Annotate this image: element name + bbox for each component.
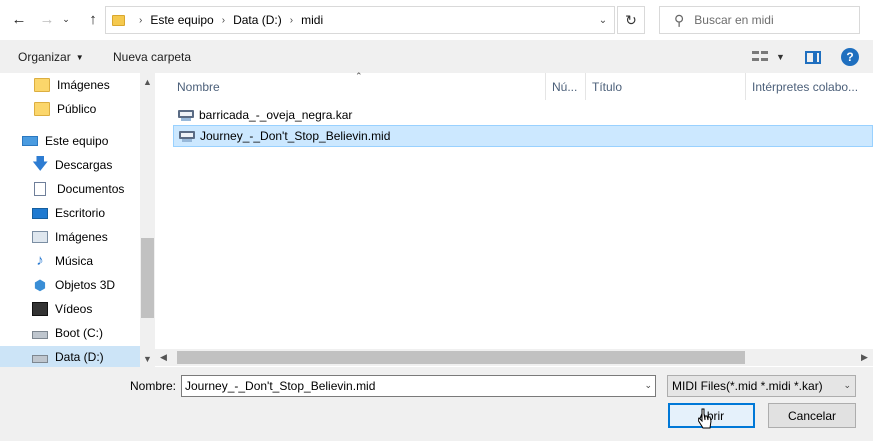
- scroll-up-icon[interactable]: ▲: [140, 73, 155, 90]
- drive-icon: [32, 331, 48, 339]
- documents-icon: [34, 182, 46, 196]
- folder-icon: [112, 14, 125, 26]
- caret-down-icon: ▼: [776, 52, 785, 62]
- filename-input[interactable]: Journey_-_Don't_Stop_Believin.mid ⌄: [181, 375, 656, 397]
- nav-item-imagenes-public[interactable]: Imágenes: [0, 74, 140, 96]
- chevron-down-icon[interactable]: ⌄: [843, 380, 851, 391]
- filename-value: Journey_-_Don't_Stop_Believin.mid: [185, 379, 376, 393]
- desktop-icon: [32, 207, 48, 219]
- nav-item-label: Data (D:): [55, 350, 104, 364]
- chevron-right-icon[interactable]: ›: [222, 15, 225, 26]
- navigation-pane: Imágenes Público Este equipo 🡇 Descargas…: [0, 73, 155, 368]
- sort-ascending-icon: ⌃: [355, 71, 363, 81]
- folder-icon: [34, 78, 50, 92]
- file-list: ⌃ Nombre Nú... Título Intérpretes colabo…: [155, 71, 873, 367]
- command-bar: Organizar ▼ Nueva carpeta ▼: [0, 40, 873, 73]
- nav-item-este-equipo[interactable]: Este equipo: [0, 130, 140, 152]
- nav-item-label: Descargas: [55, 158, 113, 172]
- forward-arrow-icon[interactable]: →: [36, 8, 58, 30]
- nav-item-descargas[interactable]: 🡇 Descargas: [0, 154, 140, 176]
- download-icon: 🡇: [32, 156, 49, 173]
- view-icon: [752, 51, 768, 63]
- organize-button[interactable]: Organizar ▼: [18, 50, 84, 64]
- drive-icon: [32, 355, 48, 363]
- cancel-button[interactable]: Cancelar: [768, 403, 856, 428]
- nav-item-label: Público: [57, 102, 97, 116]
- file-row-selected[interactable]: Journey_-_Don't_Stop_Believin.mid: [173, 125, 873, 147]
- nav-item-videos[interactable]: Vídeos: [0, 298, 140, 320]
- videos-icon: [32, 302, 48, 316]
- file-type-value: MIDI Files(*.mid *.midi *.kar): [672, 379, 823, 393]
- filename-label: Nombre:: [130, 379, 177, 393]
- nav-item-documentos[interactable]: Documentos: [0, 178, 140, 200]
- file-list-hscrollbar[interactable]: ◀ ▶: [155, 349, 873, 366]
- search-input[interactable]: ⚲ Buscar en midi: [659, 6, 860, 34]
- breadcrumb-item[interactable]: midi: [301, 13, 323, 27]
- column-divider[interactable]: [545, 73, 546, 100]
- refresh-icon[interactable]: ↻: [617, 6, 645, 34]
- midi-file-icon: [178, 108, 194, 122]
- nav-item-publico[interactable]: Público: [0, 98, 140, 120]
- nav-item-label: Vídeos: [55, 302, 93, 316]
- search-icon: ⚲: [674, 11, 685, 28]
- help-icon[interactable]: ?: [841, 48, 859, 66]
- search-placeholder: Buscar en midi: [694, 13, 774, 27]
- nav-item-label: Este equipo: [45, 134, 109, 148]
- pictures-icon: [32, 231, 48, 243]
- nav-item-label: Imágenes: [57, 78, 110, 92]
- nav-item-imagenes[interactable]: Imágenes: [0, 226, 140, 248]
- mouse-cursor-icon: [698, 408, 712, 429]
- back-arrow-icon[interactable]: ←: [8, 8, 30, 30]
- nav-item-boot-c[interactable]: Boot (C:): [0, 322, 140, 344]
- 3d-objects-icon: ⬢: [33, 277, 47, 293]
- file-name: barricada_-_oveja_negra.kar: [199, 108, 353, 122]
- organize-label: Organizar: [18, 50, 71, 64]
- breadcrumb-item[interactable]: Data (D:): [233, 13, 282, 27]
- scroll-thumb[interactable]: [177, 351, 745, 364]
- scroll-thumb[interactable]: [141, 238, 154, 318]
- nav-item-data-d[interactable]: Data (D:): [0, 346, 140, 368]
- scroll-right-icon[interactable]: ▶: [856, 349, 873, 366]
- file-type-select[interactable]: MIDI Files(*.mid *.midi *.kar) ⌄: [667, 375, 856, 397]
- nav-item-label: Escritorio: [55, 206, 106, 220]
- column-divider[interactable]: [585, 73, 586, 100]
- music-icon: ♪: [36, 252, 44, 269]
- nav-item-musica[interactable]: ♪ Música: [0, 250, 140, 272]
- file-row[interactable]: barricada_-_oveja_negra.kar: [173, 104, 403, 126]
- nav-item-label: Música: [55, 254, 94, 268]
- change-view-button[interactable]: ▼: [752, 51, 785, 63]
- address-dropdown-icon[interactable]: ⌄: [592, 7, 614, 33]
- chevron-right-icon[interactable]: ›: [290, 15, 293, 26]
- column-header-title[interactable]: Título: [592, 73, 622, 100]
- nav-item-label: Boot (C:): [55, 326, 104, 340]
- nav-scrollbar[interactable]: ▲ ▼: [140, 73, 155, 367]
- file-name: Journey_-_Don't_Stop_Believin.mid: [200, 129, 391, 143]
- folder-icon: [34, 102, 50, 116]
- nav-item-label: Imágenes: [55, 230, 108, 244]
- breadcrumb: › Este equipo › Data (D:) › midi: [135, 13, 323, 27]
- midi-file-icon: [179, 129, 195, 143]
- up-arrow-icon[interactable]: ↑: [82, 8, 104, 30]
- preview-pane-icon[interactable]: [805, 51, 821, 64]
- nav-item-label: Documentos: [57, 182, 125, 196]
- caret-down-icon: ▼: [75, 53, 84, 63]
- address-row: ← → ⌄ ↑ › Este equipo › Data (D:) › midi…: [0, 0, 873, 40]
- address-bar[interactable]: › Este equipo › Data (D:) › midi ⌄: [105, 6, 615, 34]
- breadcrumb-item[interactable]: Este equipo: [150, 13, 213, 27]
- column-divider[interactable]: [745, 73, 746, 100]
- nav-item-label: Objetos 3D: [55, 278, 116, 292]
- chevron-down-icon[interactable]: ⌄: [644, 380, 652, 391]
- new-folder-button[interactable]: Nueva carpeta: [113, 50, 191, 64]
- nav-item-escritorio[interactable]: Escritorio: [0, 202, 140, 224]
- nav-item-objetos-3d[interactable]: ⬢ Objetos 3D: [0, 274, 140, 296]
- dialog-footer: Nombre: Journey_-_Don't_Stop_Believin.mi…: [0, 367, 873, 441]
- scroll-down-icon[interactable]: ▼: [140, 350, 155, 367]
- column-header-artists[interactable]: Intérpretes colabo...: [752, 73, 858, 100]
- column-header-number[interactable]: Nú...: [552, 73, 577, 100]
- chevron-right-icon[interactable]: ›: [139, 15, 142, 26]
- computer-icon: [22, 136, 38, 146]
- column-header-name[interactable]: Nombre: [177, 73, 220, 100]
- scroll-left-icon[interactable]: ◀: [155, 349, 172, 366]
- chevron-down-icon[interactable]: ⌄: [60, 8, 72, 30]
